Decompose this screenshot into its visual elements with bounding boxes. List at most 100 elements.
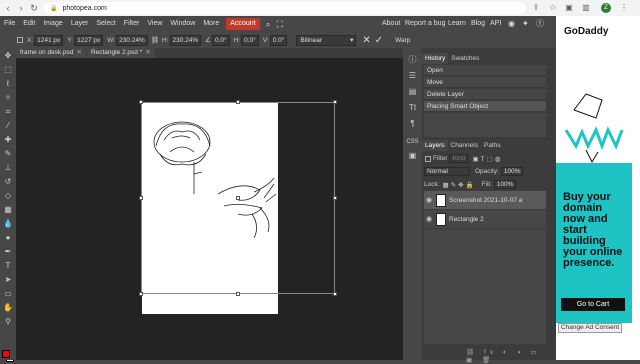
share-icon[interactable]: ⇪ <box>530 2 542 14</box>
account-button[interactable]: Account <box>226 18 260 30</box>
skew-h-field[interactable]: 0.0° <box>241 34 259 46</box>
blur-tool-icon[interactable]: 💧 <box>2 218 14 229</box>
interpolation-select[interactable]: Bilinear ▾ <box>296 34 357 46</box>
menu-view[interactable]: View <box>143 16 166 32</box>
transform-controls-checkbox[interactable] <box>17 37 23 43</box>
magic-wand-icon[interactable]: ✧ <box>2 92 14 103</box>
menu-edit[interactable]: Edit <box>19 16 39 32</box>
extensions-icon[interactable]: ▣ <box>563 2 575 14</box>
transform-handle[interactable] <box>139 292 143 296</box>
commit-transform-icon[interactable]: ✓ <box>375 35 383 46</box>
brush-settings-icon[interactable]: ▤ <box>406 86 419 98</box>
layer-row[interactable]: ◉ Screenshot 2021-10-07 a <box>424 191 546 209</box>
menu-select[interactable]: Select <box>92 16 119 32</box>
browser-menu-icon[interactable]: ⋮ <box>618 2 630 14</box>
menu-window[interactable]: Window <box>166 16 199 32</box>
history-item[interactable]: Placing Smart Object <box>424 101 546 112</box>
facebook-icon[interactable]: ⓕ <box>536 16 544 32</box>
y-field[interactable]: 1227 px <box>74 34 104 46</box>
history-item[interactable]: Move <box>424 77 546 88</box>
history-item[interactable]: Open <box>424 65 546 76</box>
w-field[interactable]: 230.24% <box>116 34 148 46</box>
menu-blog[interactable]: Blog <box>471 16 485 32</box>
transform-handle[interactable] <box>236 100 240 104</box>
menu-file[interactable]: File <box>0 16 19 32</box>
dodge-tool-icon[interactable]: ● <box>2 232 14 243</box>
transform-handle[interactable] <box>333 292 337 296</box>
reddit-icon[interactable]: ◉ <box>508 16 515 32</box>
clone-stamp-icon[interactable]: ⊥ <box>2 162 14 173</box>
transform-handle[interactable] <box>333 196 337 200</box>
eraser-tool-icon[interactable]: ◇ <box>2 190 14 201</box>
close-icon[interactable]: ✕ <box>145 49 150 56</box>
pen-tool-icon[interactable]: ✒ <box>2 246 14 257</box>
kind-select[interactable]: Kind <box>449 154 469 163</box>
advertisement[interactable]: GoDaddy Buy your domain now and start bu… <box>556 16 640 360</box>
go-to-cart-button[interactable]: Go to Cart <box>561 298 625 311</box>
opacity-field[interactable]: 100% <box>500 167 524 176</box>
tab-layers[interactable]: Layers <box>422 140 448 151</box>
search-icon[interactable]: ⌕ <box>263 19 274 30</box>
tab-rectangle-2[interactable]: Rectangle 2.psd * ✕ <box>86 48 155 58</box>
menu-report-bug[interactable]: Report a bug <box>405 16 445 32</box>
history-item[interactable]: Delete Layer <box>424 89 546 100</box>
cancel-transform-icon[interactable]: ✕ <box>362 35 370 46</box>
fill-field[interactable]: 100% <box>493 180 517 189</box>
menu-learn[interactable]: Learn <box>448 16 466 32</box>
history-brush-icon[interactable]: ↺ <box>2 176 14 187</box>
menu-api[interactable]: API <box>490 16 501 32</box>
blend-mode-select[interactable]: Normal <box>424 167 470 176</box>
menu-more[interactable]: More <box>199 16 223 32</box>
tab-history[interactable]: History <box>422 53 449 64</box>
paragraph-icon[interactable]: ¶ <box>406 118 419 130</box>
canvas-workspace[interactable] <box>16 58 403 360</box>
eye-icon[interactable]: ◉ <box>424 196 434 204</box>
lock-options-icons[interactable]: ▦✎✥🔒 <box>443 181 476 189</box>
path-select-icon[interactable]: ➤ <box>2 274 14 285</box>
crop-tool-icon[interactable]: ⌗ <box>2 106 14 117</box>
bookmark-star-icon[interactable]: ☆ <box>547 2 559 14</box>
gradient-tool-icon[interactable]: ▦ <box>2 204 14 215</box>
character-icon[interactable]: Tt <box>406 102 419 114</box>
filter-checkbox[interactable] <box>425 155 431 162</box>
twitter-icon[interactable]: ✦ <box>522 16 529 32</box>
image-icon[interactable]: ▣ <box>406 150 419 162</box>
healing-brush-icon[interactable]: ✚ <box>2 134 14 145</box>
close-icon[interactable]: ✕ <box>76 49 81 56</box>
forward-icon[interactable]: › <box>15 1 27 15</box>
change-ad-consent-button[interactable]: Change Ad Consent <box>558 323 623 333</box>
transform-handle[interactable] <box>139 196 143 200</box>
eye-icon[interactable]: ◉ <box>424 215 434 223</box>
tab-paths[interactable]: Paths <box>481 140 504 151</box>
marquee-tool-icon[interactable]: ⬚ <box>2 64 14 75</box>
transform-center-point[interactable] <box>236 196 240 200</box>
layers-footer-icons[interactable]: ⛓ fx ◐ ◑ ▭ ▣ 🗑 <box>466 348 556 364</box>
menu-image[interactable]: Image <box>39 16 66 32</box>
zoom-tool-icon[interactable]: ⚲ <box>2 316 14 327</box>
reload-icon[interactable]: ↻ <box>28 1 40 15</box>
css-icon[interactable]: CSS <box>406 136 419 148</box>
angle-field[interactable]: 0.0° <box>212 34 230 46</box>
x-field[interactable]: 1241 px <box>34 34 64 46</box>
menu-about[interactable]: About <box>382 16 400 32</box>
filter-type-icons[interactable]: ▣T⬚◍ <box>472 155 502 163</box>
fullscreen-icon[interactable]: ⛶ <box>274 19 286 30</box>
menu-layer[interactable]: Layer <box>67 16 93 32</box>
info-icon[interactable]: ⓘ <box>406 54 419 66</box>
back-icon[interactable]: ‹ <box>2 1 14 15</box>
transform-handle[interactable] <box>139 100 143 104</box>
link-icon[interactable]: ⛓ <box>151 36 159 44</box>
move-tool-icon[interactable]: ✥ <box>2 50 14 61</box>
profile-avatar[interactable]: Z <box>601 3 611 13</box>
hand-tool-icon[interactable]: ✋ <box>2 302 14 313</box>
sidepanel-icon[interactable]: ▥ <box>580 2 592 14</box>
properties-icon[interactable]: ☰ <box>406 70 419 82</box>
warp-button[interactable]: Warp <box>395 37 410 44</box>
skew-v-field[interactable]: 0.0° <box>269 34 288 46</box>
brush-tool-icon[interactable]: ✎ <box>2 148 14 159</box>
transform-bounding-box[interactable] <box>139 100 337 296</box>
layer-row[interactable]: ◉ Rectangle 2 <box>424 210 546 228</box>
shape-tool-icon[interactable]: ▭ <box>2 288 14 299</box>
eyedropper-icon[interactable]: ⁄ <box>2 120 14 131</box>
transform-handle[interactable] <box>333 100 337 104</box>
